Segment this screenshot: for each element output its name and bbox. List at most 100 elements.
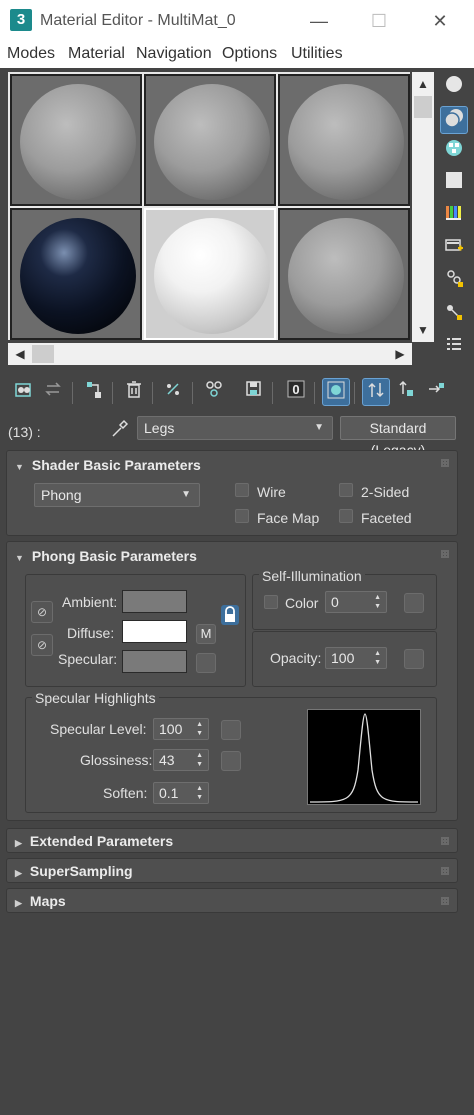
scroll-down-icon[interactable]: ▼ [413,320,433,340]
material-sphere [20,84,136,200]
maps-rollout[interactable]: ▶ Maps [6,888,458,913]
expanded-triangle-icon: ▼ [15,462,24,472]
chevron-down-icon: ▼ [181,489,191,500]
make-preview-icon[interactable] [440,236,468,264]
scroll-thumb[interactable] [414,96,432,118]
background-checker-icon[interactable] [440,138,468,166]
scroll-right-icon[interactable]: ▶ [390,344,410,364]
opacity-map-button[interactable] [404,649,424,669]
sample-uv-tiling-icon[interactable] [440,170,468,198]
delete-icon[interactable] [120,378,148,406]
link-ambient-diffuse-icon[interactable]: ⊘ [31,601,53,623]
get-material-icon[interactable] [10,378,38,406]
collapsed-triangle-icon: ▶ [15,868,22,878]
material-type-button[interactable]: Standard (Legacy) [340,416,456,458]
sample-slot-4[interactable] [10,208,142,340]
link-diffuse-specular-icon[interactable]: ⊘ [31,634,53,656]
maximize-button[interactable]: ☐ [364,8,394,34]
minimize-button[interactable]: — [304,8,334,34]
close-button[interactable]: ✕ [425,8,455,34]
supersampling-rollout[interactable]: ▶ SuperSampling [6,858,458,883]
faceted-label: Faceted [361,510,412,526]
lock-icon[interactable] [220,604,240,626]
opacity-label: Opacity: [270,650,322,666]
two-sided-checkbox[interactable] [339,483,353,497]
shader-type-dropdown[interactable]: Phong ▼ [34,483,200,507]
material-name-field[interactable]: Legs ▼ [137,416,333,440]
glossiness-map-button[interactable] [221,751,241,771]
horizontal-scrollbar[interactable]: ◀ ▶ [8,343,412,365]
effects-channel-zero-icon[interactable]: 0 [282,378,310,406]
wire-label: Wire [257,484,286,500]
menu-material[interactable]: Material [68,45,125,63]
sample-slot-3[interactable] [278,74,410,206]
sample-slot-6[interactable] [278,208,410,340]
specular-color-swatch[interactable] [122,650,187,673]
go-forward-to-sibling-icon[interactable] [422,378,450,406]
diffuse-label: Diffuse: [67,625,115,641]
face-map-checkbox[interactable] [235,509,249,523]
self-illum-color-checkbox[interactable] [264,595,278,609]
vertical-scrollbar[interactable]: ▲ ▼ [412,72,434,342]
specular-level-spinner[interactable]: 100 ▲ ▼ [153,718,209,740]
self-illum-spinner[interactable]: 0 ▲ ▼ [325,591,387,613]
ambient-label: Ambient: [62,594,118,610]
material-effects-channel-icon[interactable] [200,378,228,406]
specular-level-label: Specular Level: [50,721,147,737]
spinner-arrows-icon: ▲ ▼ [374,594,381,610]
highlight-curve [309,713,419,803]
put-to-library-icon[interactable] [240,378,268,406]
self-illum-map-button[interactable] [404,593,424,613]
sample-slot-2[interactable] [144,74,276,206]
grip-icon [441,837,449,845]
make-unique-icon[interactable] [160,378,188,406]
assign-material-to-selection-icon[interactable] [80,378,108,406]
rollout-header[interactable]: ▼ Phong Basic Parameters [15,548,197,564]
material-map-navigator-icon[interactable] [440,334,468,362]
spinner-arrows-icon: ▲ ▼ [196,721,203,737]
go-to-parent-icon[interactable] [392,378,420,406]
expanded-triangle-icon: ▼ [15,553,24,563]
soften-spinner[interactable]: 0.1 ▲ ▼ [153,782,209,804]
ambient-color-swatch[interactable] [122,590,187,613]
diffuse-map-button[interactable]: M [196,624,216,644]
scroll-left-icon[interactable]: ◀ [10,344,30,364]
faceted-checkbox[interactable] [339,509,353,523]
material-sphere [288,84,404,200]
specular-map-button[interactable] [196,653,216,673]
wire-checkbox[interactable] [235,483,249,497]
menu-navigation[interactable]: Navigation [136,45,212,63]
extended-parameters-rollout[interactable]: ▶ Extended Parameters [6,828,458,853]
face-map-label: Face Map [257,510,320,526]
rollout-header[interactable]: ▶ Maps [15,893,66,909]
show-end-result-icon[interactable] [362,378,390,406]
scroll-thumb[interactable] [32,345,54,363]
menu-utilities[interactable]: Utilities [291,45,343,63]
opacity-spinner[interactable]: 100 ▲ ▼ [325,647,387,669]
menu-options[interactable]: Options [222,45,277,63]
rollout-header[interactable]: ▶ SuperSampling [15,863,133,879]
grip-icon [441,867,449,875]
pick-material-from-object-icon[interactable] [108,418,132,440]
menu-bar: Modes Material Navigation Options Utilit… [0,42,474,68]
sample-slot-5-active[interactable] [144,208,276,340]
rollout-header[interactable]: ▼ Shader Basic Parameters [15,457,201,473]
collapsed-triangle-icon: ▶ [15,898,22,908]
scroll-up-icon[interactable]: ▲ [413,74,433,94]
glossiness-spinner[interactable]: 43 ▲ ▼ [153,749,209,771]
menu-modes[interactable]: Modes [7,45,55,63]
show-shaded-material-in-viewport-icon[interactable] [322,378,350,406]
sample-slots [8,72,410,340]
backlight-icon[interactable] [440,106,468,134]
rollout-header[interactable]: ▶ Extended Parameters [15,833,173,849]
sample-slot-1[interactable] [10,74,142,206]
specular-level-map-button[interactable] [221,720,241,740]
select-by-material-icon[interactable] [440,302,468,330]
sample-type-sphere-icon[interactable] [440,74,468,102]
options-icon[interactable] [440,268,468,296]
video-color-check-icon[interactable] [440,202,468,230]
diffuse-color-swatch[interactable] [122,620,187,643]
material-sphere [154,84,270,200]
specular-label: Specular: [58,651,118,667]
put-material-to-scene-icon[interactable] [40,378,68,406]
